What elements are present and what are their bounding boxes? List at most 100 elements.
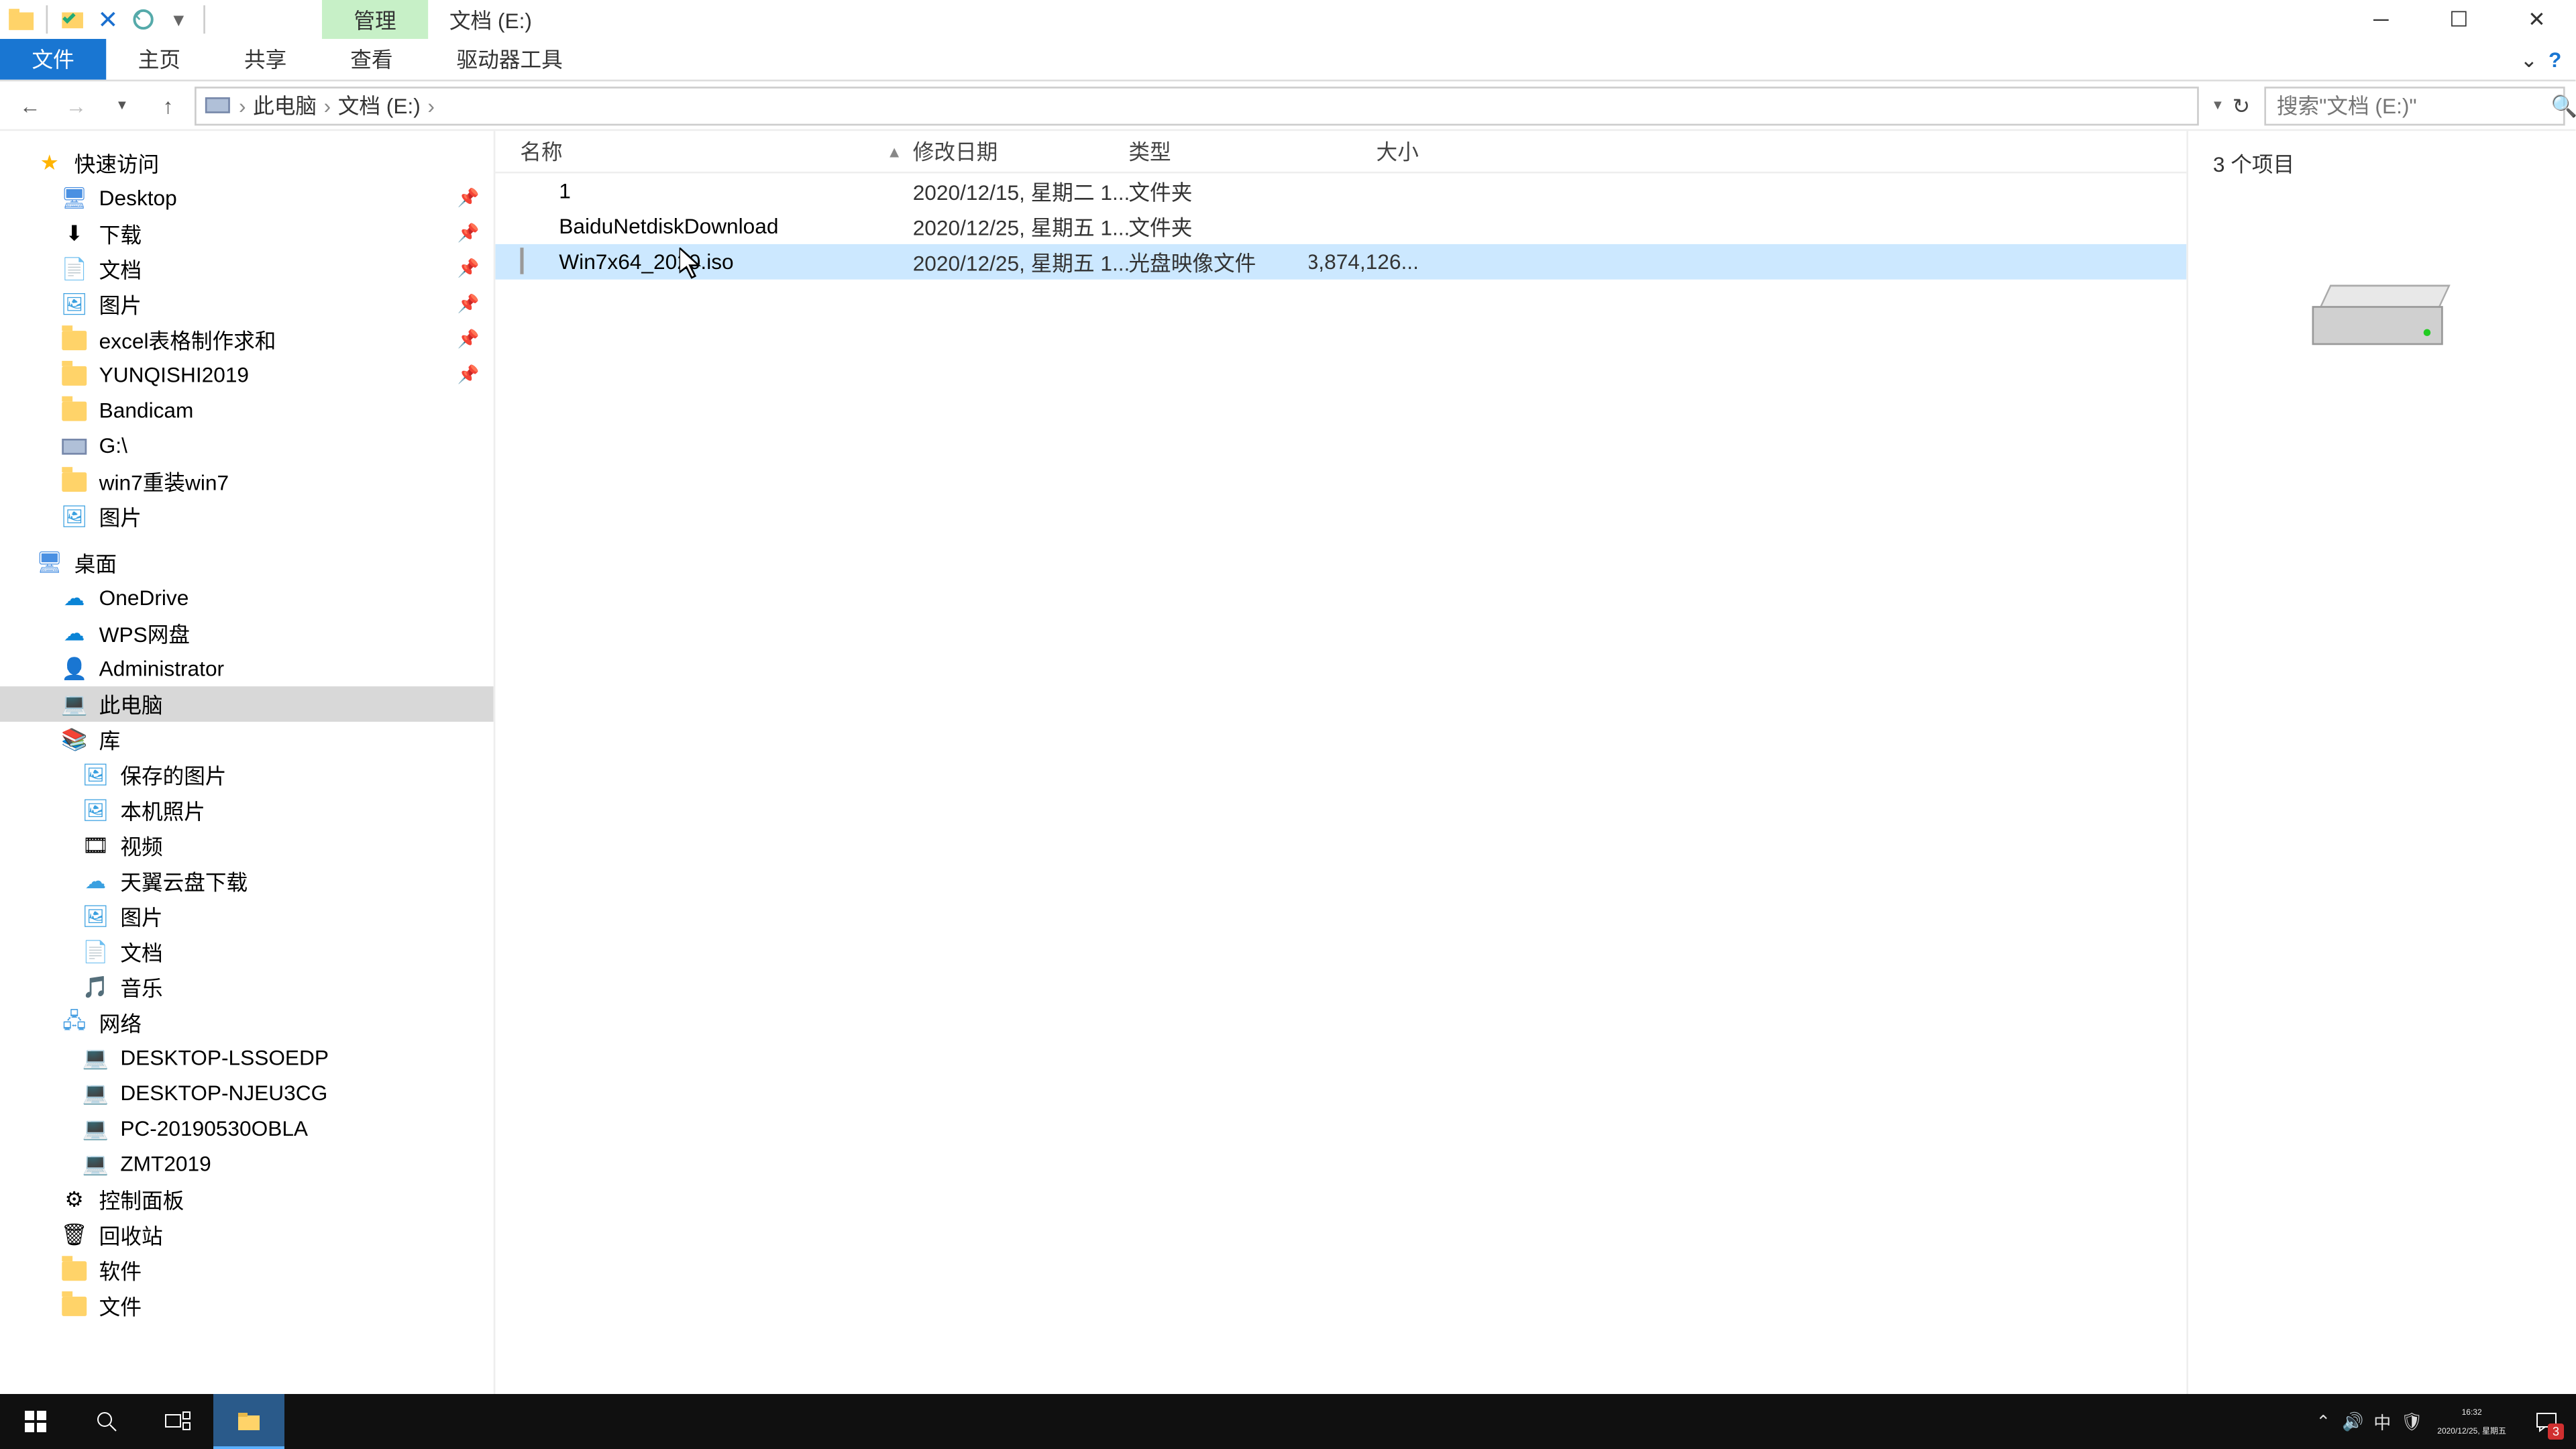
nav-documents[interactable]: 📄文档📌 [0, 251, 494, 286]
nav-thispc[interactable]: 💻此电脑 [0, 686, 494, 722]
minimize-button[interactable]: ─ [2342, 0, 2420, 39]
nav-desktop2[interactable]: 🖥桌面 [0, 545, 494, 580]
pictures-icon: 🖼 [81, 761, 109, 789]
nav-music[interactable]: 🎵音乐 [0, 969, 494, 1005]
search-button[interactable] [71, 1394, 142, 1449]
clock-time: 16:32 [2437, 1403, 2506, 1421]
nav-net4[interactable]: 💻ZMT2019 [0, 1146, 494, 1182]
file-row[interactable]: BaiduNetdiskDownload 2020/12/25, 星期五 1..… [495, 209, 2186, 244]
address-dropdown-icon[interactable]: ▾ [2214, 95, 2222, 115]
nav-docs2[interactable]: 📄文档 [0, 934, 494, 969]
nav-pics3[interactable]: 🖼图片 [0, 899, 494, 934]
nav-network[interactable]: 🖧网络 [0, 1005, 494, 1040]
file-row[interactable]: 1 2020/12/15, 星期二 1... 文件夹 [495, 173, 2186, 209]
nav-files[interactable]: 文件 [0, 1288, 494, 1324]
ribbon-tab-share[interactable]: 共享 [213, 39, 319, 80]
file-type: 光盘映像文件 [1128, 247, 1309, 277]
documents-icon: 📄 [81, 938, 109, 966]
volume-icon[interactable]: 🔊 [2338, 1394, 2367, 1449]
ribbon-tab-file[interactable]: 文件 [0, 39, 106, 80]
nav-recycle[interactable]: 🗑回收站 [0, 1217, 494, 1252]
nav-net1[interactable]: 💻DESKTOP-LSSOEDP [0, 1040, 494, 1076]
titlebar: ✕ ▾ 管理 文档 (E:) ─ ☐ ✕ [0, 0, 2575, 39]
file-date: 2020/12/25, 星期五 1... [913, 247, 1129, 277]
file-name: BaiduNetdiskDownload [559, 214, 778, 239]
nav-pictures[interactable]: 🖼图片📌 [0, 286, 494, 322]
nav-videos[interactable]: 🎞视频 [0, 828, 494, 863]
nav-up-button[interactable]: ↑ [149, 86, 188, 125]
videos-icon: 🎞 [81, 831, 109, 859]
col-name[interactable]: 名称▲ [520, 131, 912, 172]
close-button[interactable]: ✕ [2498, 0, 2575, 39]
nav-quick-access[interactable]: ★快速访问 [0, 145, 494, 180]
pin-icon: 📌 [458, 294, 480, 314]
nav-wps[interactable]: ☁WPS网盘 [0, 616, 494, 651]
nav-soft[interactable]: 软件 [0, 1252, 494, 1288]
qat-undo-icon[interactable] [129, 5, 158, 34]
nav-admin[interactable]: 👤Administrator [0, 651, 494, 686]
nav-yunqishi[interactable]: YUNQISHI2019📌 [0, 358, 494, 393]
refresh-icon[interactable]: ↻ [2233, 93, 2251, 117]
col-size[interactable]: 大小 [1309, 131, 1426, 172]
nav-recent-dropdown[interactable]: ▾ [103, 86, 142, 125]
chevron-right-icon[interactable]: › [239, 93, 246, 117]
search-icon[interactable]: 🔍 [2551, 93, 2576, 117]
nav-excel[interactable]: excel表格制作求和📌 [0, 322, 494, 358]
ribbon-expand-icon[interactable]: ⌄ [2520, 47, 2538, 72]
qat-properties-icon[interactable] [58, 5, 87, 34]
context-tab-manage[interactable]: 管理 [322, 0, 428, 39]
security-icon[interactable]: 🛡 [2397, 1394, 2426, 1449]
nav-libraries[interactable]: 📚库 [0, 722, 494, 757]
col-date[interactable]: 修改日期 [913, 131, 1129, 172]
drive-thumbnail [2311, 285, 2453, 356]
search-box[interactable]: 🔍 [2264, 86, 2565, 125]
nav-net2[interactable]: 💻DESKTOP-NJEU3CG [0, 1075, 494, 1111]
start-button[interactable] [0, 1394, 71, 1449]
wps-icon: ☁ [60, 619, 89, 647]
address-box[interactable]: › 此电脑 › 文档 (E:) › [195, 86, 2200, 125]
search-input[interactable] [2277, 93, 2551, 117]
ribbon-tab-drivetools[interactable]: 驱动器工具 [425, 39, 594, 80]
help-icon[interactable]: ? [2548, 47, 2561, 72]
nav-gdrive[interactable]: G:\ [0, 428, 494, 464]
taskview-button[interactable] [142, 1394, 213, 1449]
chevron-right-icon[interactable]: › [324, 93, 331, 117]
nav-net3[interactable]: 💻PC-20190530OBLA [0, 1111, 494, 1146]
maximize-button[interactable]: ☐ [2420, 0, 2498, 39]
network-icon: 🖧 [60, 1008, 89, 1036]
breadcrumb-thispc[interactable]: 此电脑 [253, 90, 317, 120]
nav-tianyi[interactable]: ☁天翼云盘下载 [0, 863, 494, 899]
window-controls: ─ ☐ ✕ [2342, 0, 2575, 39]
nav-win7[interactable]: win7重装win7 [0, 464, 494, 499]
ribbon-tab-home[interactable]: 主页 [106, 39, 212, 80]
tray-overflow-icon[interactable]: ⌃ [2308, 1394, 2338, 1449]
file-date: 2020/12/15, 星期二 1... [913, 176, 1129, 206]
nav-forward-button[interactable]: → [56, 86, 95, 125]
qat-dropdown-icon[interactable]: ▾ [164, 5, 193, 34]
file-row[interactable]: Win7x64_2020.iso 2020/12/25, 星期五 1... 光盘… [495, 244, 2186, 280]
navigation-pane: ★快速访问 🖥Desktop📌 ⬇下载📌 📄文档📌 🖼图片📌 excel表格制作… [0, 131, 495, 1410]
iso-icon [520, 248, 548, 276]
taskbar-explorer[interactable] [213, 1394, 284, 1449]
chevron-right-icon[interactable]: › [427, 93, 435, 117]
nav-savedpics[interactable]: 🖼保存的图片 [0, 757, 494, 793]
nav-desktop[interactable]: 🖥Desktop📌 [0, 180, 494, 216]
library-icon: 📚 [60, 725, 89, 753]
action-center-button[interactable]: 3 [2517, 1394, 2576, 1449]
nav-onedrive[interactable]: ☁OneDrive [0, 580, 494, 616]
nav-downloads[interactable]: ⬇下载📌 [0, 216, 494, 252]
ime-icon[interactable]: 中 [2367, 1394, 2397, 1449]
taskbar-clock[interactable]: 16:32 2020/12/25, 星期五 [2426, 1403, 2517, 1440]
nav-localphotos[interactable]: 🖼本机照片 [0, 792, 494, 828]
nav-back-button[interactable]: ← [11, 86, 50, 125]
nav-ctrlpanel[interactable]: ⚙控制面板 [0, 1182, 494, 1218]
file-size: 3,874,126... [1309, 250, 1426, 274]
ribbon-tab-view[interactable]: 查看 [319, 39, 425, 80]
nav-pictures2[interactable]: 🖼图片 [0, 499, 494, 535]
nav-bandicam[interactable]: Bandicam [0, 392, 494, 428]
qat-delete-icon[interactable]: ✕ [94, 5, 122, 34]
col-type[interactable]: 类型 [1128, 131, 1309, 172]
breadcrumb-current[interactable]: 文档 (E:) [338, 90, 421, 120]
pc-icon: 💻 [81, 1150, 109, 1178]
folder-icon [60, 467, 89, 495]
